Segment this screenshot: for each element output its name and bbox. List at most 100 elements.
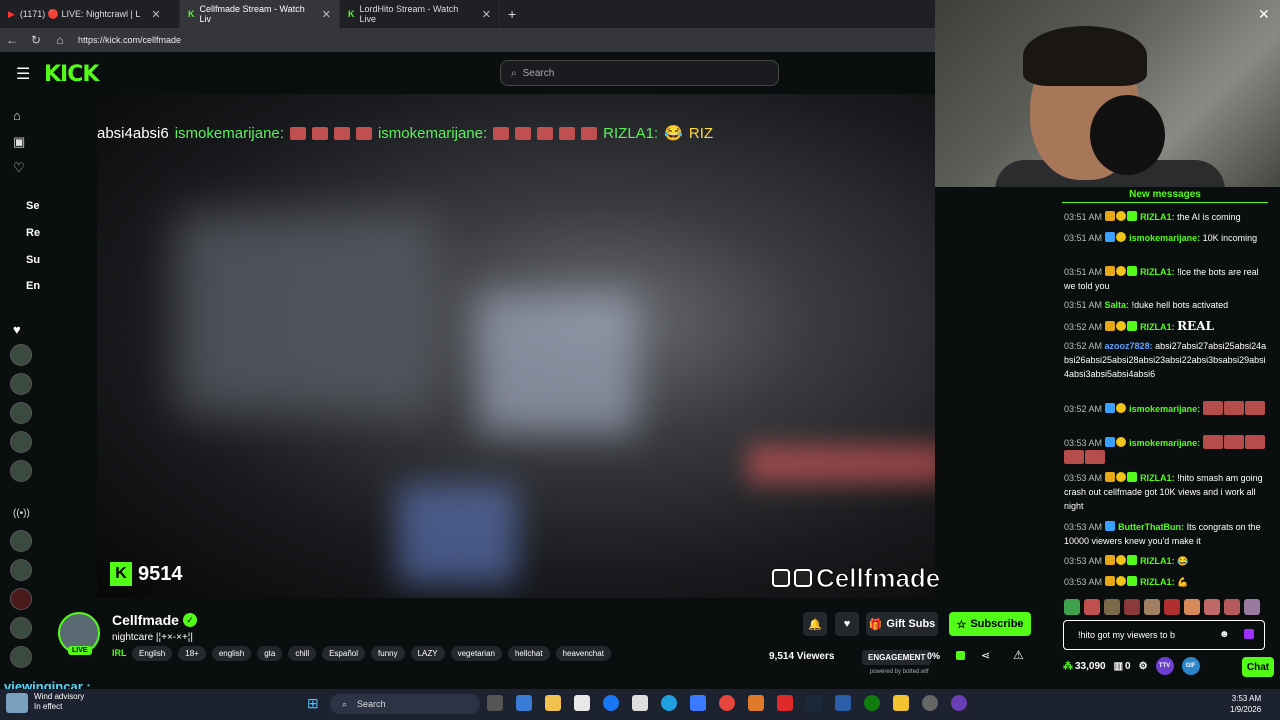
- chat-username[interactable]: RIZLA1:: [1140, 577, 1175, 587]
- emote-icon[interactable]: [1164, 599, 1180, 615]
- ttv-emote-button[interactable]: TTV: [1155, 657, 1174, 675]
- gif-button[interactable]: GIF: [1181, 657, 1200, 675]
- tag[interactable]: english: [211, 646, 252, 661]
- extension-icon[interactable]: [1244, 629, 1254, 639]
- taskbar-search[interactable]: ⌕ Search: [330, 694, 480, 714]
- tag[interactable]: English: [132, 646, 173, 661]
- home-icon[interactable]: ⌂: [13, 108, 21, 123]
- video-player[interactable]: [97, 94, 935, 598]
- tag[interactable]: 18+: [178, 646, 206, 661]
- tab-cellfmade[interactable]: K Cellfmade Stream - Watch Liv ✕: [180, 0, 340, 28]
- following-icon[interactable]: ♡: [13, 160, 25, 176]
- url-field[interactable]: https://kick.com/cellfmade: [78, 35, 181, 45]
- vlc-icon[interactable]: [748, 695, 764, 711]
- sidebar-item-label[interactable]: Re: [26, 227, 40, 239]
- sidebar-item-label[interactable]: Su: [26, 254, 40, 266]
- clip-icon[interactable]: [956, 651, 965, 660]
- emoji-picker-icon[interactable]: ☻: [1219, 629, 1230, 640]
- notification-bell-button[interactable]: 🔔: [803, 612, 827, 636]
- send-chat-button[interactable]: Chat: [1242, 657, 1274, 677]
- weather-icon[interactable]: [6, 693, 28, 713]
- app-icon[interactable]: [835, 695, 851, 711]
- emote-icon[interactable]: [1204, 599, 1220, 615]
- sidebar-item-label[interactable]: Se: [26, 200, 39, 212]
- chat-username[interactable]: Salta:: [1105, 300, 1130, 310]
- file-explorer-icon[interactable]: [545, 695, 561, 711]
- menu-icon[interactable]: ☰: [16, 64, 30, 84]
- settings-gear-icon[interactable]: ⚙: [1139, 661, 1148, 672]
- followed-channel-avatar[interactable]: [10, 373, 32, 395]
- sidebar-item-label[interactable]: En: [26, 280, 40, 292]
- followed-channel-avatar[interactable]: [10, 431, 32, 453]
- recommended-channel-avatar[interactable]: [10, 530, 32, 552]
- recommended-channel-avatar[interactable]: [10, 588, 32, 610]
- close-tab-icon[interactable]: ✕: [482, 8, 491, 21]
- copilot-icon[interactable]: [516, 695, 532, 711]
- close-icon[interactable]: ✕: [1258, 6, 1270, 23]
- home-icon[interactable]: ⌂: [48, 33, 72, 47]
- chat-username[interactable]: RIZLA1:: [1140, 267, 1175, 277]
- emote-icon[interactable]: [1144, 599, 1160, 615]
- chat-username[interactable]: RIZLA1:: [1140, 556, 1175, 566]
- calculator-icon[interactable]: [690, 695, 706, 711]
- amazon-icon[interactable]: [632, 695, 648, 711]
- reload-icon[interactable]: ↻: [24, 33, 48, 47]
- chat-username[interactable]: RIZLA1:: [1140, 322, 1175, 332]
- emote-icon[interactable]: [1244, 599, 1260, 615]
- new-tab-button[interactable]: +: [500, 0, 524, 28]
- task-view-icon[interactable]: [487, 695, 503, 711]
- new-messages-divider[interactable]: New messages: [1062, 189, 1268, 203]
- report-icon[interactable]: ⚠: [1013, 648, 1024, 662]
- inventory-icon[interactable]: ▥: [1114, 661, 1123, 672]
- chrome-icon[interactable]: [719, 695, 735, 711]
- chat-username[interactable]: ismokemarijane:: [1129, 404, 1200, 414]
- windows-start-icon[interactable]: ⊞: [307, 695, 323, 711]
- search-input[interactable]: ⌕ Search: [500, 60, 779, 86]
- tab-lordhito[interactable]: K LordHito Stream - Watch Live ✕: [340, 0, 500, 28]
- tag[interactable]: chill: [288, 646, 317, 661]
- emote-icon[interactable]: [1104, 599, 1120, 615]
- chat-username[interactable]: ismokemarijane:: [1129, 233, 1200, 243]
- back-icon[interactable]: ←: [0, 33, 24, 47]
- close-tab-icon[interactable]: ✕: [322, 8, 331, 21]
- app-icon[interactable]: [922, 695, 938, 711]
- tag[interactable]: heavenchat: [555, 646, 611, 661]
- chat-input[interactable]: !hito got my viewers to b ☻: [1063, 620, 1265, 650]
- edge-icon[interactable]: [661, 695, 677, 711]
- emote-icon[interactable]: [1084, 599, 1100, 615]
- youtube-icon[interactable]: [777, 695, 793, 711]
- close-tab-icon[interactable]: ✕: [151, 8, 160, 21]
- gift-subs-button[interactable]: 🎁 Gift Subs: [866, 612, 938, 636]
- store-icon[interactable]: [574, 695, 590, 711]
- browse-icon[interactable]: ▣: [13, 134, 25, 150]
- notes-icon[interactable]: [893, 695, 909, 711]
- weather-widget[interactable]: Wind advisory In effect: [34, 692, 84, 712]
- system-clock[interactable]: 3:53 AM 1/9/2026: [1230, 693, 1261, 715]
- emote-icon[interactable]: [1124, 599, 1140, 615]
- tag[interactable]: gta: [257, 646, 283, 661]
- chat-username[interactable]: ismokemarijane:: [1129, 438, 1200, 448]
- share-icon[interactable]: ⋖: [981, 649, 990, 662]
- tag[interactable]: LAZY: [410, 646, 445, 661]
- followed-channel-avatar[interactable]: [10, 344, 32, 366]
- follow-heart-button[interactable]: ♥: [835, 612, 859, 636]
- tag[interactable]: vegetarian: [450, 646, 502, 661]
- chat-username[interactable]: ButterThatBun:: [1118, 522, 1184, 532]
- followed-channel-avatar[interactable]: [10, 460, 32, 482]
- tab-nightcrawl[interactable]: ▶ (1171) 🔴 LIVE: Nightcrawl | L ✕: [0, 0, 180, 28]
- tag[interactable]: Español: [322, 646, 366, 661]
- recommended-channel-avatar[interactable]: [10, 646, 32, 668]
- xbox-icon[interactable]: [864, 695, 880, 711]
- tag[interactable]: funny: [371, 646, 405, 661]
- recommended-channel-avatar[interactable]: [10, 617, 32, 639]
- emote-icon[interactable]: [1064, 599, 1080, 615]
- chat-username[interactable]: RIZLA1:: [1140, 473, 1175, 483]
- emote-icon[interactable]: [1224, 599, 1240, 615]
- chat-username[interactable]: azooz7828:: [1105, 341, 1153, 351]
- chat-username[interactable]: RIZLA1:: [1140, 212, 1175, 222]
- channel-name[interactable]: Cellfmade: [112, 612, 179, 628]
- emote-icon[interactable]: [1184, 599, 1200, 615]
- category-link[interactable]: IRL: [112, 648, 127, 658]
- tag[interactable]: hellchat: [507, 646, 550, 661]
- kick-logo[interactable]: KICK: [44, 62, 99, 87]
